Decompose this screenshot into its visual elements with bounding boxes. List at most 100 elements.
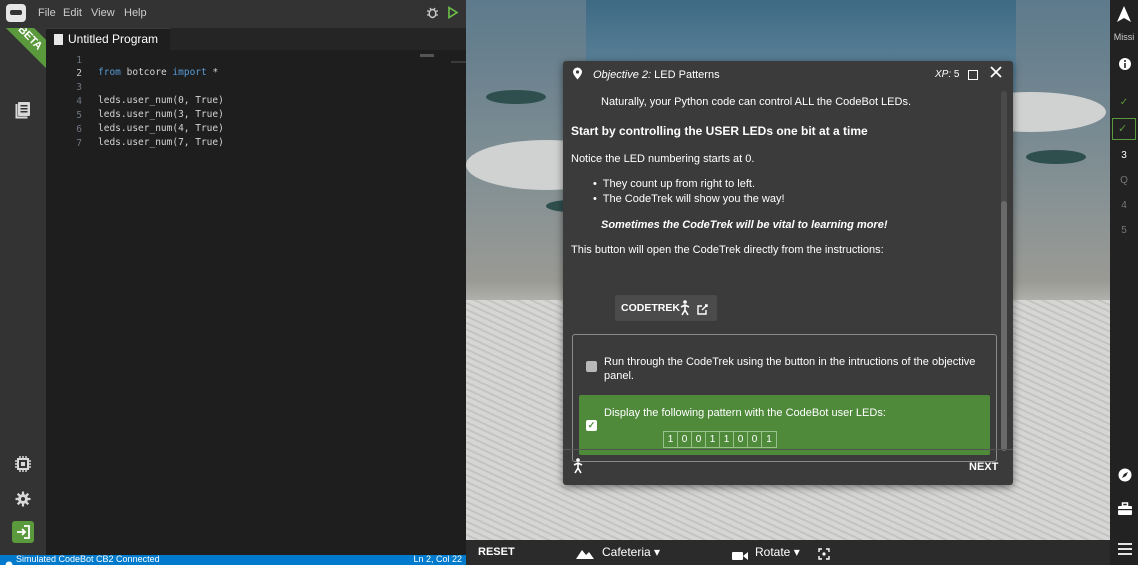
- app-root: BETA File Edit View Help Untitled Progra…: [0, 0, 1138, 565]
- maximize-button[interactable]: [968, 70, 978, 80]
- file-icon: [54, 34, 63, 45]
- simulation-toolbar: RESET Cafeteria ▾ Rotate ▾: [466, 540, 1110, 565]
- status-bar: Simulated CodeBot CB2 Connected Ln 2, Co…: [0, 554, 466, 565]
- objective-panel: Objective 2: LED Patterns XP: 5 Naturall…: [563, 61, 1013, 485]
- activity-bar: BETA: [0, 0, 63, 565]
- scene-stool: [486, 90, 546, 104]
- button-intro: This button will open the CodeTrek direc…: [571, 244, 884, 256]
- rail-current-item[interactable]: ✓: [1112, 118, 1136, 140]
- task-item[interactable]: Run through the CodeTrek using the butto…: [573, 335, 996, 393]
- line-number: 4: [76, 96, 82, 107]
- camera-mode-dropdown[interactable]: Rotate ▾: [755, 545, 800, 559]
- focus-target-icon[interactable]: [818, 547, 830, 565]
- rail-item-3[interactable]: 3: [1110, 150, 1138, 161]
- scene-stool: [1026, 150, 1086, 164]
- menu-view[interactable]: View: [91, 7, 115, 19]
- led-bit: 1: [720, 432, 734, 447]
- task-checkbox-unchecked[interactable]: [586, 361, 597, 372]
- section-heading: Start by controlling the USER LEDs one b…: [571, 124, 868, 138]
- exit-icon[interactable]: [12, 521, 34, 543]
- led-pattern: 1 0 0 1 1 0 0 1: [663, 431, 777, 448]
- objective-number: Objective 2:: [593, 69, 652, 81]
- close-button[interactable]: [989, 65, 1003, 83]
- objective-name: LED Patterns: [654, 69, 720, 81]
- menu-file[interactable]: File: [38, 7, 56, 19]
- settings-gear-icon[interactable]: [13, 489, 33, 509]
- codetrek-label: CODETREK: [621, 302, 680, 314]
- objective-header: Objective 2: LED Patterns XP: 5: [563, 61, 1013, 89]
- xp-label: XP: 5: [935, 69, 959, 80]
- next-button[interactable]: NEXT: [969, 461, 998, 473]
- code-keyword-from: from: [98, 67, 121, 78]
- code-module: botcore: [126, 67, 167, 78]
- minimap[interactable]: [420, 54, 434, 57]
- code-line[interactable]: from botcore import *: [98, 67, 218, 78]
- mountain-icon: [576, 546, 594, 564]
- led-bit: 1: [766, 434, 772, 445]
- code-line[interactable]: leds.user_num(0, True): [98, 95, 224, 106]
- code-keyword-import: import: [172, 67, 207, 78]
- info-icon[interactable]: [1119, 57, 1131, 75]
- camera-icon: [732, 548, 748, 565]
- rail-item-4[interactable]: 4: [1110, 200, 1138, 211]
- codebot-logo-icon: [6, 4, 26, 22]
- connection-status[interactable]: Simulated CodeBot CB2 Connected: [16, 554, 160, 564]
- debug-bug-icon[interactable]: [426, 6, 439, 24]
- reset-button[interactable]: RESET: [478, 546, 515, 558]
- rail-item-q[interactable]: Q: [1110, 175, 1138, 186]
- task-checkbox-checked[interactable]: ✓: [586, 420, 597, 431]
- menu-bar: File Edit View Help: [0, 0, 466, 28]
- bullet-item: • The CodeTrek will show you the way!: [593, 193, 785, 205]
- camera-mode-label: Rotate: [755, 545, 791, 559]
- rail-item-5[interactable]: 5: [1110, 225, 1138, 236]
- rail-check-icon[interactable]: ✓: [1110, 97, 1138, 108]
- run-play-icon[interactable]: [447, 6, 459, 24]
- code-line[interactable]: leds.user_num(7, True): [98, 137, 224, 148]
- code-line[interactable]: leds.user_num(3, True): [98, 109, 224, 120]
- menu-help[interactable]: Help: [124, 7, 147, 19]
- bullet-text-1: They count up from right to left.: [602, 178, 756, 190]
- location-label: Cafeteria: [602, 545, 651, 559]
- led-bit: 0: [678, 432, 692, 447]
- editor-tab-bar: Untitled Program: [46, 28, 466, 50]
- numbering-note: Notice the LED numbering starts at 0.: [571, 153, 755, 165]
- task-label: Run through the CodeTrek using the butto…: [604, 356, 976, 382]
- compass-icon[interactable]: [1118, 468, 1132, 487]
- bullet-text-2: The CodeTrek will show you the way!: [602, 193, 785, 205]
- led-bit: 1: [706, 432, 720, 447]
- led-bit: 0: [748, 432, 762, 447]
- open-external-icon: [697, 302, 708, 320]
- code-line[interactable]: leds.user_num(4, True): [98, 123, 224, 134]
- menu-edit[interactable]: Edit: [63, 7, 82, 19]
- walking-person-icon: [679, 300, 691, 321]
- led-bit: 0: [692, 432, 706, 447]
- tab-label: Untitled Program: [68, 32, 159, 46]
- line-number: 6: [76, 124, 82, 135]
- task-item-completed[interactable]: ✓ Display the following pattern with the…: [579, 395, 990, 455]
- plug-icon: [5, 556, 13, 565]
- hamburger-menu-icon[interactable]: [1118, 542, 1132, 560]
- location-dropdown[interactable]: Cafeteria ▾: [602, 545, 660, 559]
- task-label: Display the following pattern with the C…: [604, 407, 886, 419]
- led-bit: 1: [664, 432, 678, 447]
- objective-title: Objective 2: LED Patterns: [593, 69, 720, 81]
- tab-untitled-program[interactable]: Untitled Program: [46, 28, 170, 50]
- line-number: 5: [76, 110, 82, 121]
- missions-label: Missi: [1113, 32, 1135, 42]
- line-number: 2: [76, 68, 82, 79]
- xp-label-text: XP:: [935, 69, 952, 80]
- code-editor[interactable]: 1 2 from botcore import * 3 4 leds.user_…: [46, 50, 466, 555]
- line-number: 7: [76, 138, 82, 149]
- navigation-arrow-icon: [1117, 6, 1131, 27]
- codetrek-button[interactable]: CODETREK: [615, 295, 717, 321]
- objective-body: Naturally, your Python code can control …: [563, 89, 1003, 462]
- cursor-position[interactable]: Ln 2, Col 22: [413, 554, 462, 564]
- lessons-icon[interactable]: [13, 100, 33, 120]
- objective-footer: NEXT: [563, 449, 1013, 485]
- line-number: 3: [76, 82, 82, 93]
- chip-icon[interactable]: [13, 454, 33, 474]
- map-pin-icon: [572, 67, 583, 80]
- toolbox-icon[interactable]: [1118, 502, 1132, 520]
- xp-value: 5: [953, 69, 960, 80]
- codetrek-walk-icon[interactable]: [572, 458, 584, 474]
